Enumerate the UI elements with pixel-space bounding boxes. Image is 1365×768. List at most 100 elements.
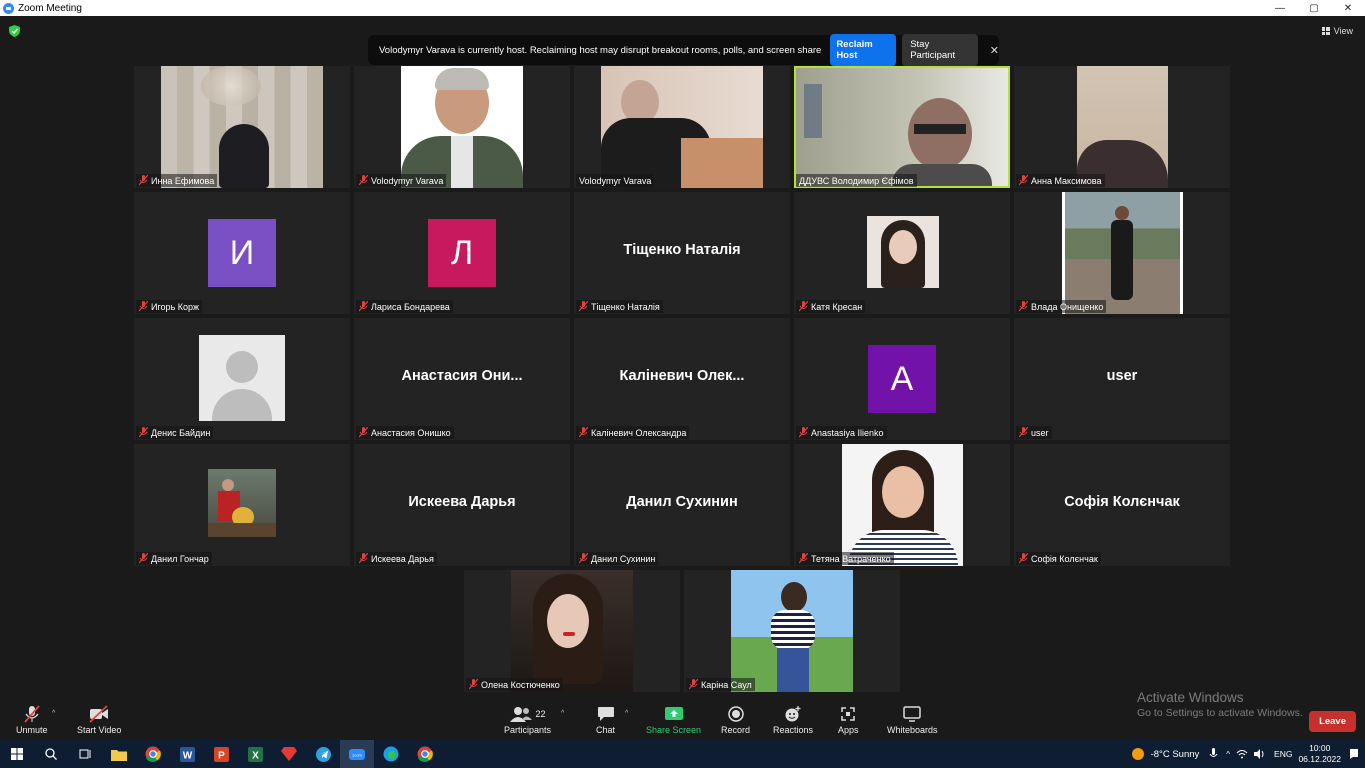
- task-view-button[interactable]: [68, 740, 102, 768]
- video-tile[interactable]: Тіщенко Наталія Тіщенко Наталія: [574, 192, 790, 314]
- excel-app[interactable]: X: [238, 740, 272, 768]
- video-tile[interactable]: Анна Максимова: [1014, 66, 1230, 188]
- muted-mic-icon: [359, 553, 368, 564]
- muted-mic-icon: [1019, 175, 1028, 186]
- reactions-icon: [785, 706, 801, 722]
- video-tile[interactable]: Данил Гончар: [134, 444, 350, 566]
- host-notice-text: Volodymyr Varava is currently host. Recl…: [379, 44, 822, 56]
- record-button[interactable]: Record: [721, 705, 750, 735]
- video-tile[interactable]: Влада Онищенко: [1014, 192, 1230, 314]
- chrome-app-2[interactable]: [408, 740, 442, 768]
- word-app[interactable]: W: [170, 740, 204, 768]
- avatar: [842, 444, 963, 566]
- close-window-button[interactable]: ✕: [1331, 0, 1365, 16]
- word-icon: W: [179, 746, 195, 762]
- video-tile[interactable]: Каріна Саул: [684, 570, 900, 692]
- file-explorer-app[interactable]: [102, 740, 136, 768]
- video-tile[interactable]: Данил Сухинин Данил Сухинин: [574, 444, 790, 566]
- wifi-icon[interactable]: [1236, 749, 1248, 759]
- speaker-icon[interactable]: [1254, 749, 1266, 759]
- participant-name-label: Volodymyr Varava: [356, 174, 447, 187]
- minimize-button[interactable]: —: [1263, 0, 1297, 16]
- participant-name-label: Софія Колєнчак: [1016, 552, 1101, 565]
- unmute-button[interactable]: Unmute: [16, 705, 48, 735]
- video-tile[interactable]: user user: [1014, 318, 1230, 440]
- participant-video: [796, 68, 1008, 186]
- muted-mic-icon: [359, 301, 368, 312]
- apps-label: Apps: [838, 725, 859, 735]
- participant-name-label: Денис Байдин: [136, 426, 214, 439]
- video-tile[interactable]: Катя Кресан: [794, 192, 1010, 314]
- video-tile[interactable]: A Anastasiya Ilienko: [794, 318, 1010, 440]
- leave-button[interactable]: Leave: [1309, 711, 1356, 732]
- video-tile[interactable]: И Игорь Корж: [134, 192, 350, 314]
- whiteboards-button[interactable]: Whiteboards: [887, 705, 938, 735]
- video-tile[interactable]: Искеева Дарья Искеева Дарья: [354, 444, 570, 566]
- video-tile[interactable]: Денис Байдин: [134, 318, 350, 440]
- video-tile[interactable]: Л Лариса Бондарева: [354, 192, 570, 314]
- view-button[interactable]: View: [1321, 26, 1353, 36]
- share-screen-button[interactable]: Share Screen: [646, 705, 701, 735]
- participant-name-label: Инна Ефимова: [136, 174, 218, 187]
- participant-display-name: Данил Сухинин: [626, 494, 738, 510]
- excel-icon: X: [247, 746, 263, 762]
- share-screen-icon: [664, 707, 683, 720]
- stay-participant-button[interactable]: Stay Participant: [902, 34, 978, 66]
- video-tile[interactable]: Анастасия Они... Анастасия Онишко: [354, 318, 570, 440]
- reclaim-host-button[interactable]: Reclaim Host: [830, 34, 897, 66]
- system-tray: -8°C Sunny ^ ENG 10:00 06.12.2022: [1131, 740, 1365, 768]
- muted-mic-icon: [579, 553, 588, 564]
- apps-button[interactable]: Apps: [838, 705, 859, 735]
- microphone-icon[interactable]: [1209, 748, 1218, 760]
- start-video-button[interactable]: Start Video: [77, 705, 121, 735]
- video-tile[interactable]: Тетяна Ватраченко: [794, 444, 1010, 566]
- close-banner-button[interactable]: ✕: [990, 44, 999, 57]
- language-indicator[interactable]: ENG: [1274, 749, 1292, 759]
- video-tile[interactable]: Каліневич Олек... Каліневич Олександра: [574, 318, 790, 440]
- notification-icon[interactable]: [1349, 748, 1359, 760]
- apps-icon: [841, 707, 855, 721]
- powerpoint-app[interactable]: P: [204, 740, 238, 768]
- gem-app[interactable]: [272, 740, 306, 768]
- record-label: Record: [721, 725, 751, 735]
- weather-text[interactable]: -8°C Sunny: [1151, 749, 1200, 760]
- edge-app[interactable]: [374, 740, 408, 768]
- participant-name-label: Влада Онищенко: [1016, 300, 1107, 313]
- participant-name-label: Катя Кресан: [796, 300, 866, 313]
- zoom-app[interactable]: zoom: [340, 740, 374, 768]
- chrome-app[interactable]: [136, 740, 170, 768]
- participant-name-label: Anastasiya Ilienko: [796, 426, 887, 439]
- whiteboards-label: Whiteboards: [887, 725, 938, 735]
- start-video-label: Start Video: [77, 725, 122, 735]
- video-tile[interactable]: Инна Ефимова: [134, 66, 350, 188]
- participants-caret-icon[interactable]: ^: [561, 710, 564, 717]
- clock-time: 10:00: [1309, 743, 1331, 753]
- video-tile[interactable]: Volodymyr Varava: [574, 66, 790, 188]
- clock[interactable]: 10:00 06.12.2022: [1298, 743, 1341, 765]
- chat-button[interactable]: Chat: [596, 705, 615, 735]
- participant-name-label: ДДУВС Володимир Єфімов: [796, 174, 917, 187]
- muted-mic-icon: [139, 301, 148, 312]
- reactions-button[interactable]: Reactions: [773, 705, 813, 735]
- chevron-up-icon[interactable]: ^: [1226, 750, 1230, 759]
- svg-text:X: X: [252, 750, 259, 761]
- chat-caret-icon[interactable]: ^: [625, 710, 628, 717]
- video-tile[interactable]: Volodymyr Varava: [354, 66, 570, 188]
- participant-display-name: Тіщенко Наталія: [623, 242, 741, 258]
- telegram-app[interactable]: [306, 740, 340, 768]
- video-tile-active-speaker[interactable]: ДДУВС Володимир Єфімов: [794, 66, 1010, 188]
- start-button[interactable]: [0, 740, 34, 768]
- participants-button[interactable]: 22 Participants: [504, 705, 551, 735]
- video-tile[interactable]: Софія Колєнчак Софія Колєнчак: [1014, 444, 1230, 566]
- folder-icon: [111, 749, 127, 761]
- video-tile[interactable]: Олена Костюченко: [464, 570, 680, 692]
- search-button[interactable]: [34, 740, 68, 768]
- muted-mic-icon: [579, 427, 588, 438]
- participant-name-label: Данил Гончар: [136, 552, 212, 565]
- maximize-button[interactable]: ▢: [1297, 0, 1331, 16]
- audio-options-caret-icon[interactable]: ^: [52, 710, 55, 717]
- edge-icon: [383, 746, 399, 762]
- participant-video: [401, 66, 523, 188]
- share-screen-label: Share Screen: [646, 725, 702, 735]
- encryption-shield-icon[interactable]: [9, 25, 20, 37]
